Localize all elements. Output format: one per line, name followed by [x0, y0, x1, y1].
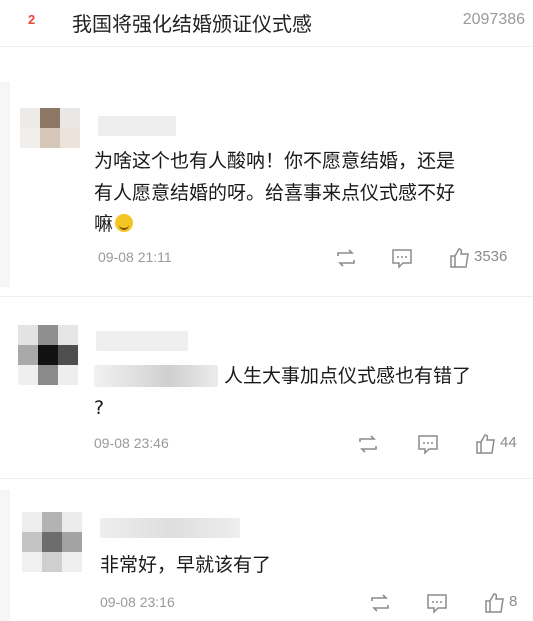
thumbs-up-icon[interactable] — [473, 432, 499, 456]
comment-text-line: 为啥这个也有人酸呐！你不愿意结婚，还是 — [94, 150, 456, 172]
mention-blurred[interactable] — [94, 365, 218, 387]
comment-icon[interactable] — [424, 591, 450, 615]
comment-text-line: 嘛 — [94, 209, 134, 240]
repost-icon[interactable] — [355, 432, 381, 456]
comment-text-tail: 嘛 — [94, 213, 114, 235]
comment-text-line: 非常好，早就该有了 — [100, 554, 272, 576]
divider — [0, 296, 533, 297]
repost-icon[interactable] — [367, 591, 393, 615]
comment-meta: 09-08 23:46 44 — [0, 432, 533, 456]
comment-text-line: ? — [94, 397, 105, 419]
laughing-tears-emoji-icon — [115, 214, 134, 232]
avatar[interactable] — [22, 512, 82, 572]
comment-item: 为啥这个也有人酸呐！你不愿意结婚，还是 有人愿意结婚的呀。给喜事来点仪式感不好 … — [0, 82, 533, 292]
avatar[interactable] — [18, 325, 78, 385]
divider — [0, 478, 533, 479]
comment-meta: 09-08 23:16 8 — [0, 591, 533, 615]
username-blurred[interactable] — [98, 116, 176, 136]
comment-time: 09-08 21:11 — [98, 249, 172, 265]
like-count: 3536 — [474, 248, 508, 265]
hot-topic-header[interactable]: 2 我国将强化结婚颁证仪式感 2097386 — [0, 0, 533, 46]
comment-time: 09-08 23:16 — [100, 594, 175, 610]
comment-meta: 09-08 21:11 3536 — [0, 246, 533, 270]
comment-time: 09-08 23:46 — [94, 435, 169, 451]
comment-item: 非常好，早就该有了 09-08 23:16 8 — [0, 490, 533, 621]
divider — [0, 46, 533, 47]
repost-icon[interactable] — [333, 246, 359, 270]
topic-title[interactable]: 我国将强化结婚颁证仪式感 — [72, 8, 312, 37]
comment-text-line: 有人愿意结婚的呀。给喜事来点仪式感不好 — [94, 182, 456, 204]
comment-icon[interactable] — [415, 432, 441, 456]
comment-icon[interactable] — [389, 246, 415, 270]
topic-rank: 2 — [28, 12, 36, 27]
comment-item: 人生大事加点仪式感也有错了 ? 09-08 23:46 44 — [0, 305, 533, 470]
avatar[interactable] — [20, 108, 80, 168]
username-blurred[interactable] — [100, 518, 240, 538]
comment-text-line: 人生大事加点仪式感也有错了 — [224, 365, 472, 387]
topic-heat-count: 2097386 — [462, 11, 525, 28]
thumbs-up-icon[interactable] — [447, 246, 473, 270]
username-blurred[interactable] — [96, 331, 188, 351]
like-count: 8 — [509, 593, 518, 610]
thumbs-up-icon[interactable] — [482, 591, 508, 615]
like-count: 44 — [500, 434, 517, 451]
